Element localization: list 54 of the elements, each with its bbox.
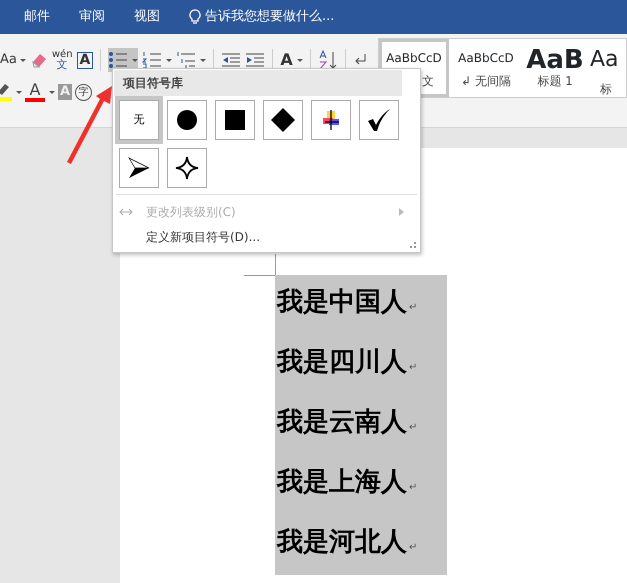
sort-icon <box>318 50 338 70</box>
change-case-button[interactable]: Aa <box>0 48 26 72</box>
lightbulb-icon <box>189 9 201 25</box>
margin-corner-mark <box>244 254 276 276</box>
ribbon-tab[interactable]: 审阅 <box>79 7 105 27</box>
highlighter-icon <box>0 82 12 102</box>
arrowhead-bullet-icon <box>127 156 151 180</box>
menu-header: 项目符号库 <box>114 70 402 96</box>
text-direction-button[interactable]: A <box>280 48 303 72</box>
numbered-list-icon <box>142 51 162 69</box>
caret-icon <box>132 58 138 62</box>
list-level-icon <box>119 206 133 216</box>
menu-item[interactable]: 定义新项目符号(D)... <box>113 224 420 249</box>
diamond-bullet-icon <box>271 108 295 132</box>
caret-icon <box>20 58 26 62</box>
increase-indent-icon <box>245 52 266 68</box>
caret-icon[interactable] <box>16 90 22 94</box>
style-label: 标 <box>600 81 612 97</box>
caret-icon <box>200 58 206 62</box>
square-bullet-icon <box>223 108 247 132</box>
tell-me-search[interactable]: 告诉我您想要做什么... <box>205 7 334 27</box>
style-preview: AaBbCcD <box>385 50 443 67</box>
bullet-list-icon <box>108 51 128 69</box>
multilevel-list-icon <box>176 51 196 69</box>
caret-icon[interactable] <box>49 90 55 94</box>
paragraph-mark: ↲ <box>460 73 472 90</box>
document-line: 我是河北人↵ <box>277 526 418 559</box>
phonetic-guide-button[interactable]: wén 文 <box>52 48 73 72</box>
return-arrow-icon <box>352 53 367 67</box>
font-color-button[interactable]: A <box>25 80 45 104</box>
four-point-star-bullet-icon <box>175 156 199 180</box>
document-line: 我是中国人↵ <box>277 286 418 319</box>
check-mark-bullet-icon <box>367 108 391 132</box>
decrease-indent-icon <box>221 52 242 68</box>
style-preview: Aa <box>590 48 620 72</box>
style-item[interactable]: AaBbCcD ↲ 无间隔 <box>449 39 523 97</box>
caret-icon <box>296 58 303 62</box>
style-label: 标题 1 <box>537 73 573 90</box>
style-label: 无间隔 <box>475 73 512 90</box>
round-bullet-icon <box>175 108 199 132</box>
style-preview: AaB <box>526 48 584 72</box>
document-line: 我是上海人↵ <box>277 466 418 499</box>
resize-grip-icon <box>410 242 416 248</box>
caret-icon <box>166 58 172 62</box>
style-preview: AaBbCcD <box>457 50 515 67</box>
style-item[interactable]: Aa 标 <box>587 39 625 97</box>
document-line: 我是云南人↵ <box>277 406 418 439</box>
style-label: 文 <box>422 73 434 90</box>
ribbon-tab[interactable]: 视图 <box>134 7 160 27</box>
document-line: 我是四川人↵ <box>277 346 418 379</box>
eraser-icon <box>30 51 48 69</box>
ribbon-tab[interactable]: 邮件 <box>24 7 50 27</box>
enclose-characters-button[interactable]: 字 <box>75 82 92 102</box>
style-item[interactable]: AaB 标题 1 <box>523 39 587 97</box>
